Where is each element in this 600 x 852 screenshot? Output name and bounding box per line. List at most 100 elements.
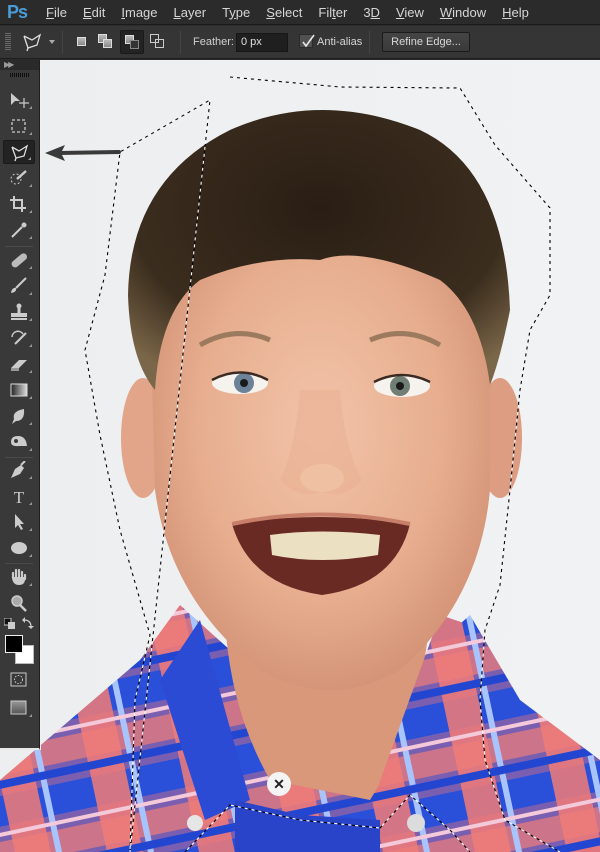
tool-flyout-indicator bbox=[29, 422, 32, 425]
tools-panel-header[interactable]: ▶▶ bbox=[0, 60, 39, 70]
gradient-tool[interactable] bbox=[3, 378, 35, 402]
clone-stamp-tool[interactable] bbox=[3, 300, 35, 324]
brush-tool[interactable] bbox=[3, 274, 35, 298]
menu-layer[interactable]: Layer bbox=[174, 5, 207, 20]
eraser-tool[interactable] bbox=[3, 352, 35, 376]
tool-flyout-indicator bbox=[29, 266, 32, 269]
menu-help[interactable]: Help bbox=[502, 5, 529, 20]
shirt-button-left bbox=[187, 815, 203, 831]
photoshop-logo: Ps bbox=[7, 1, 28, 22]
stamp-icon bbox=[11, 303, 27, 320]
zoom-tool[interactable] bbox=[3, 591, 35, 615]
tool-flyout-indicator bbox=[29, 476, 32, 479]
pen-icon bbox=[11, 461, 26, 478]
refine-edge-button[interactable]: Refine Edge... bbox=[382, 32, 470, 52]
anti-alias-label: Anti-alias bbox=[317, 36, 363, 48]
blur-tool[interactable] bbox=[3, 404, 35, 428]
screen-mode-icon bbox=[10, 700, 27, 715]
quick-selection-icon bbox=[10, 170, 27, 185]
tool-flyout-indicator bbox=[29, 106, 32, 109]
tool-flyout-indicator bbox=[29, 502, 32, 505]
ellipse-icon bbox=[11, 542, 27, 554]
tool-flyout-indicator bbox=[29, 528, 32, 531]
default-colors-icon[interactable] bbox=[4, 618, 16, 630]
tools-panel-grip[interactable] bbox=[9, 73, 30, 77]
history-brush-tool[interactable] bbox=[3, 326, 35, 350]
eraser-icon bbox=[11, 360, 27, 371]
menu-view[interactable]: View bbox=[396, 5, 424, 20]
swap-colors-icon[interactable] bbox=[22, 617, 34, 629]
tool-flyout-indicator bbox=[29, 292, 32, 295]
screen-mode-button[interactable] bbox=[3, 696, 35, 720]
quick-selection-tool[interactable] bbox=[3, 166, 35, 190]
divider bbox=[5, 246, 33, 247]
menu-edit[interactable]: Edit bbox=[83, 5, 105, 20]
eyedropper-tool[interactable] bbox=[3, 218, 35, 242]
tool-preset-caret-icon[interactable] bbox=[49, 40, 55, 44]
tool-flyout-indicator bbox=[29, 132, 32, 135]
magnifier-icon bbox=[11, 595, 27, 612]
intersect-with-selection-button[interactable] bbox=[146, 30, 170, 54]
expand-chevron-icon[interactable]: ▶▶ bbox=[4, 60, 14, 69]
divider bbox=[180, 31, 181, 54]
intersect-selection-icon-front bbox=[155, 39, 164, 48]
ellipse-tool[interactable] bbox=[3, 536, 35, 560]
divider bbox=[369, 31, 370, 54]
subtract-from-selection-button[interactable] bbox=[120, 30, 144, 54]
menu-window[interactable]: Window bbox=[440, 5, 486, 20]
feather-label: Feather: bbox=[193, 36, 234, 48]
right-pupil bbox=[396, 382, 404, 390]
path-selection-tool[interactable] bbox=[3, 510, 35, 534]
divider bbox=[62, 31, 63, 54]
blur-drop-icon bbox=[12, 409, 25, 424]
eyedropper-icon bbox=[11, 222, 27, 238]
divider bbox=[5, 563, 33, 564]
type-icon: T bbox=[14, 488, 25, 505]
arrow-pointer-icon bbox=[15, 514, 24, 530]
button-holes: ✕ bbox=[273, 776, 285, 792]
marquee-icon bbox=[11, 119, 26, 133]
new-selection-button[interactable] bbox=[70, 30, 94, 54]
tools-panel: ▶▶ T bbox=[0, 60, 40, 750]
dodge-tool[interactable] bbox=[3, 430, 35, 454]
tool-flyout-indicator bbox=[28, 157, 31, 160]
svg-text:T: T bbox=[14, 488, 25, 505]
tool-flyout-indicator bbox=[29, 714, 32, 717]
tool-flyout-indicator bbox=[29, 396, 32, 399]
options-bar-grip[interactable] bbox=[5, 33, 11, 51]
checkmark-icon bbox=[302, 34, 315, 48]
menu-3d[interactable]: 3D bbox=[363, 5, 380, 20]
quick-mask-button[interactable] bbox=[3, 668, 35, 692]
polygonal-lasso-tool[interactable] bbox=[3, 140, 35, 164]
tool-flyout-indicator bbox=[29, 344, 32, 347]
crop-tool[interactable] bbox=[3, 192, 35, 216]
dodge-icon bbox=[11, 436, 27, 447]
feather-input[interactable]: 0 px bbox=[236, 33, 288, 52]
brush-icon bbox=[11, 277, 27, 293]
add-to-selection-button[interactable] bbox=[94, 30, 118, 54]
anti-alias-checkbox[interactable] bbox=[299, 34, 315, 48]
menu-file[interactable]: File bbox=[46, 5, 67, 20]
tool-flyout-indicator bbox=[29, 236, 32, 239]
history-brush-icon bbox=[11, 330, 27, 345]
move-tool[interactable] bbox=[3, 88, 35, 112]
teeth bbox=[270, 531, 380, 560]
menu-filter[interactable]: Filter bbox=[318, 5, 347, 20]
menu-select[interactable]: Select bbox=[266, 5, 302, 20]
nose-tip bbox=[300, 464, 344, 492]
pen-tool[interactable] bbox=[3, 458, 35, 482]
tool-flyout-indicator bbox=[29, 370, 32, 373]
photo-canvas[interactable]: ✕ bbox=[0, 60, 600, 852]
type-tool[interactable]: T bbox=[3, 484, 35, 508]
shirt-button-right bbox=[407, 814, 425, 832]
menu-type[interactable]: Type bbox=[222, 5, 250, 20]
spot-healing-brush-tool[interactable] bbox=[3, 248, 35, 272]
rectangular-marquee-tool[interactable] bbox=[3, 114, 35, 138]
hand-tool[interactable] bbox=[3, 565, 35, 589]
menu-bar: Ps File Edit Image Layer Type Select Fil… bbox=[0, 0, 600, 25]
foreground-color-swatch[interactable] bbox=[5, 635, 23, 653]
bandage-icon bbox=[11, 253, 28, 268]
menu-image[interactable]: Image bbox=[121, 5, 157, 20]
tool-preset-picker[interactable] bbox=[22, 32, 44, 52]
new-selection-icon bbox=[77, 37, 86, 46]
